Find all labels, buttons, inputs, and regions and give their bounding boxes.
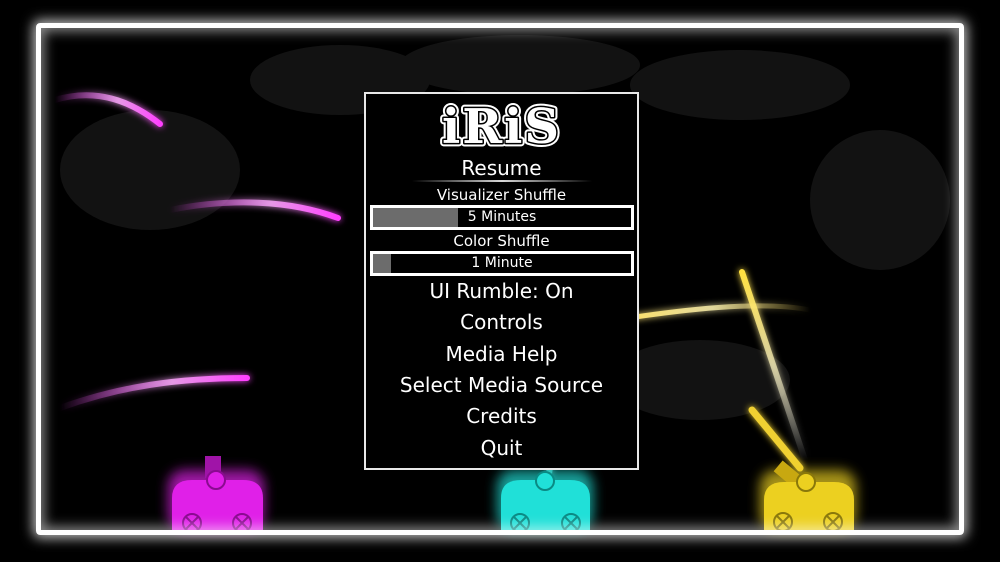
selection-underline <box>412 180 592 182</box>
iris-logo: iRiS iRiS iRiS <box>438 100 562 152</box>
credits-button[interactable]: Credits <box>366 403 637 429</box>
media-help-button[interactable]: Media Help <box>366 341 637 367</box>
visualizer-shuffle-slider[interactable]: 5 Minutes <box>370 205 634 230</box>
select-media-source-button[interactable]: Select Media Source <box>366 372 637 398</box>
quit-button[interactable]: Quit <box>366 435 637 461</box>
svg-text:iRiS: iRiS <box>442 100 561 152</box>
color-shuffle-label: Color Shuffle <box>453 232 550 250</box>
pause-menu: iRiS iRiS iRiS Resume Visualizer Shuffle… <box>364 92 639 470</box>
color-shuffle-value: 1 Minute <box>471 255 533 271</box>
resume-button[interactable]: Resume <box>366 155 637 181</box>
ui-rumble-toggle[interactable]: UI Rumble: On <box>366 278 637 304</box>
game-screen: iRiS iRiS iRiS Resume Visualizer Shuffle… <box>0 0 1000 562</box>
visualizer-shuffle-label: Visualizer Shuffle <box>436 186 567 204</box>
color-shuffle-slider[interactable]: 1 Minute <box>370 251 634 276</box>
visualizer-shuffle-value: 5 Minutes <box>467 209 537 225</box>
controls-button[interactable]: Controls <box>366 309 637 335</box>
